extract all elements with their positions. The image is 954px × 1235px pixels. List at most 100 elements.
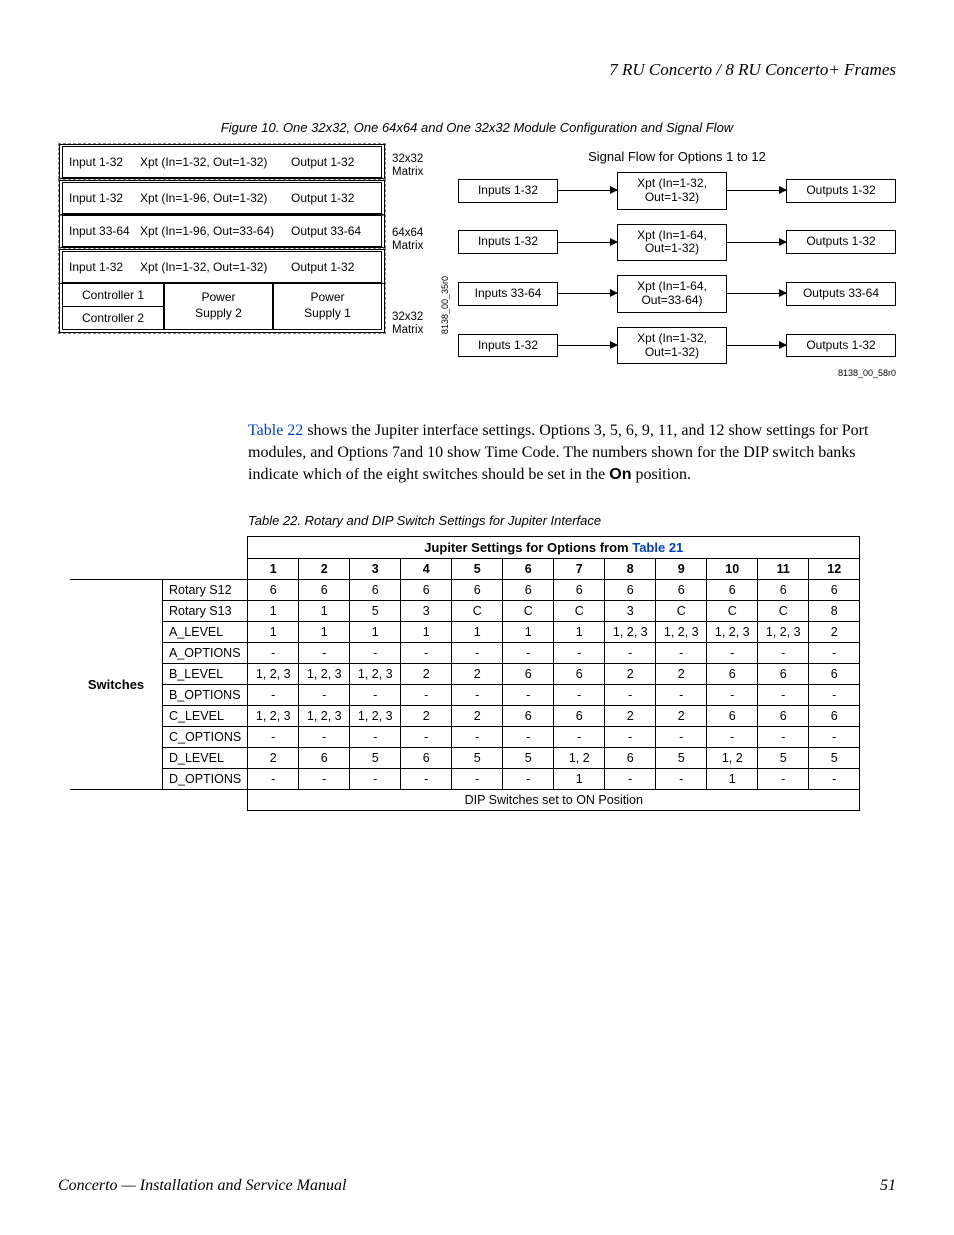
column-header: 11: [758, 559, 809, 580]
diag-cell: Xpt (In=1-32, Out=1-32): [140, 260, 285, 274]
arrow-icon: [727, 293, 786, 294]
table-cell: -: [248, 643, 299, 664]
table-cell: 2: [248, 748, 299, 769]
table-cell: 6: [707, 664, 758, 685]
table-cell: -: [605, 769, 656, 790]
table-cell: 1: [554, 769, 605, 790]
table-cell: -: [605, 685, 656, 706]
table-cell: 6: [809, 580, 860, 601]
diag-cell: Input 1-32: [69, 260, 134, 274]
signal-input-box: Inputs 1-32: [458, 230, 558, 254]
table-cell: 5: [656, 748, 707, 769]
table-cell: 1, 2, 3: [758, 622, 809, 643]
table-cell: -: [299, 643, 350, 664]
table-cell: 6: [452, 580, 503, 601]
table-cell: 1: [503, 622, 554, 643]
table-cell: -: [656, 769, 707, 790]
table-cell: -: [401, 643, 452, 664]
table-cell: 6: [401, 580, 452, 601]
figure-row: Input 1-32 Xpt (In=1-32, Out=1-32) Outpu…: [58, 143, 896, 378]
table-cell: 6: [707, 580, 758, 601]
column-header: 10: [707, 559, 758, 580]
column-header: 4: [401, 559, 452, 580]
table-cell: -: [401, 727, 452, 748]
row-header: B_LEVEL: [163, 664, 248, 685]
table-cell: 1: [401, 622, 452, 643]
signal-row: Inputs 1-32Xpt (In=1-64,Out=1-32)Outputs…: [458, 224, 896, 262]
signal-input-box: Inputs 33-64: [458, 282, 558, 306]
table-cell: -: [452, 643, 503, 664]
table-cell: -: [554, 643, 605, 664]
table-cell: 6: [758, 706, 809, 727]
table-cell: -: [707, 727, 758, 748]
signal-row: Inputs 1-32Xpt (In=1-32,Out=1-32)Outputs…: [458, 327, 896, 365]
table-cell: 6: [350, 580, 401, 601]
table-cell: -: [401, 769, 452, 790]
table-cell: -: [503, 685, 554, 706]
table-cell: 2: [401, 664, 452, 685]
table-cell: -: [758, 643, 809, 664]
controller-label: Controller 2: [63, 306, 163, 329]
table-cell: 3: [605, 601, 656, 622]
diag-cell: Output 1-32: [291, 155, 371, 169]
table-cell: C: [656, 601, 707, 622]
table-cell: 6: [503, 664, 554, 685]
table-cell: 1, 2: [554, 748, 605, 769]
row-header: B_OPTIONS: [163, 685, 248, 706]
arrow-icon: [727, 242, 786, 243]
table-cell: -: [809, 769, 860, 790]
table-cell: -: [452, 727, 503, 748]
table-link[interactable]: Table 21: [632, 540, 683, 555]
page-footer: Concerto — Installation and Service Manu…: [58, 1177, 896, 1195]
diag-cell: Input 1-32: [69, 191, 134, 205]
diag-cell: Xpt (In=1-96, Out=33-64): [140, 224, 285, 238]
table-cell: -: [554, 685, 605, 706]
column-header: 5: [452, 559, 503, 580]
table-cell: 6: [299, 748, 350, 769]
figure-caption: Figure 10. One 32x32, One 64x64 and One …: [58, 120, 896, 135]
table-cell: -: [350, 727, 401, 748]
table-cell: -: [758, 769, 809, 790]
table-cell: 5: [350, 748, 401, 769]
table-cell: 1: [707, 769, 758, 790]
table-cell: 1, 2, 3: [656, 622, 707, 643]
diagram-id: 8138_00_58r0: [458, 368, 896, 378]
table-cell: 6: [503, 580, 554, 601]
table-cell: -: [401, 685, 452, 706]
signal-row: Inputs 33-64Xpt (In=1-64,Out=33-64)Outpu…: [458, 275, 896, 313]
table-cell: -: [656, 727, 707, 748]
row-header: D_LEVEL: [163, 748, 248, 769]
body-paragraph: Table 22 shows the Jupiter interface set…: [248, 420, 896, 485]
arrow-icon: [558, 190, 617, 191]
table-cell: 1, 2, 3: [299, 664, 350, 685]
footer-page: 51: [880, 1177, 896, 1195]
arrow-icon: [558, 345, 617, 346]
table-link[interactable]: Table 22: [248, 422, 303, 439]
module-diagram: Input 1-32 Xpt (In=1-32, Out=1-32) Outpu…: [58, 143, 436, 334]
table-cell: -: [452, 685, 503, 706]
table-cell: 1: [248, 601, 299, 622]
table-cell: 6: [554, 664, 605, 685]
table-cell: 6: [503, 706, 554, 727]
table-cell: -: [452, 769, 503, 790]
signal-output-box: Outputs 1-32: [786, 179, 896, 203]
diag-cell: Xpt (In=1-96, Out=1-32): [140, 191, 285, 205]
signal-xpt-box: Xpt (In=1-32,Out=1-32): [617, 327, 727, 365]
column-header: 6: [503, 559, 554, 580]
table-cell: 6: [605, 748, 656, 769]
switches-label: Switches: [70, 580, 163, 790]
table-cell: -: [758, 685, 809, 706]
signal-flow-diagram: Signal Flow for Options 1 to 12 Inputs 1…: [458, 143, 896, 378]
table-cell: -: [503, 727, 554, 748]
table-cell: 6: [656, 580, 707, 601]
matrix-label: 64x64 Matrix: [392, 227, 423, 252]
table-cell: 1: [554, 622, 605, 643]
jupiter-settings-table: Jupiter Settings for Options from Table …: [70, 536, 860, 811]
table-cell: -: [299, 769, 350, 790]
table-cell: C: [554, 601, 605, 622]
diag-cell: Output 33-64: [291, 224, 371, 238]
table-cell: 6: [554, 580, 605, 601]
signal-xpt-box: Xpt (In=1-32,Out=1-32): [617, 172, 727, 210]
table-cell: 5: [809, 748, 860, 769]
diag-cell: Input 1-32: [69, 155, 134, 169]
